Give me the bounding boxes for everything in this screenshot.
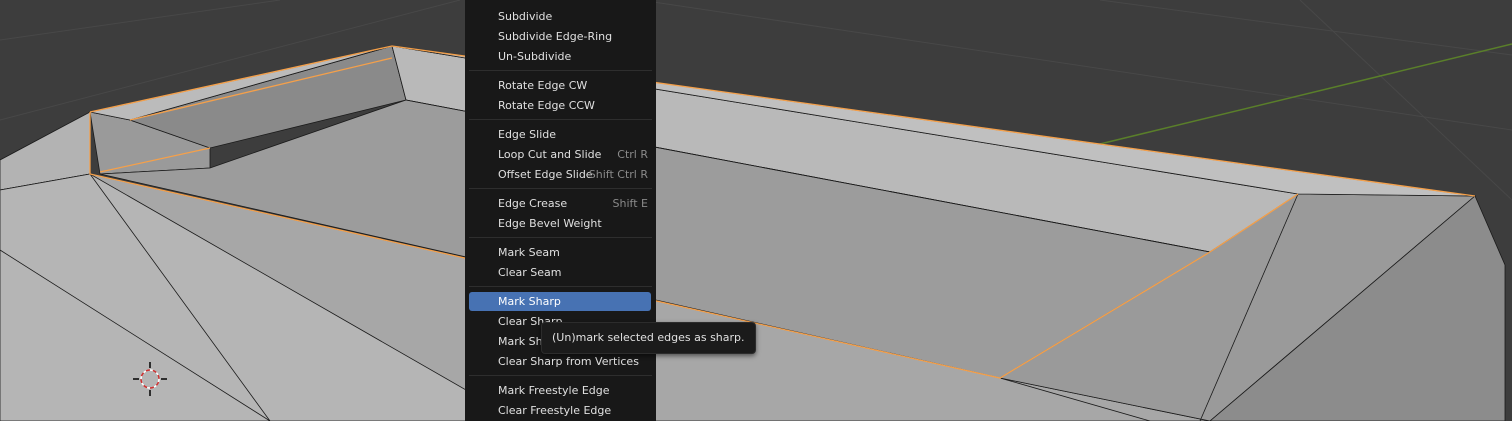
3d-viewport[interactable]	[0, 0, 1512, 421]
menu-item-label: Edge Bevel Weight	[498, 217, 602, 230]
menu-separator	[469, 375, 652, 376]
edge-context-menu: Subdivide Subdivide Edge-Ring Un-Subdivi…	[465, 0, 656, 421]
menu-item-clear-seam[interactable]: Clear Seam	[469, 263, 651, 282]
menu-item-label: Edge Slide	[498, 128, 557, 141]
menu-item-un-subdivide[interactable]: Un-Subdivide	[469, 47, 651, 66]
menu-item-label: Clear Seam	[498, 266, 562, 279]
menu-item-mark-seam[interactable]: Mark Seam	[469, 243, 651, 262]
menu-item-rotate-edge-ccw[interactable]: Rotate Edge CCW	[469, 96, 651, 115]
menu-item-label: Clear Freestyle Edge	[498, 404, 612, 417]
y-axis-line	[1099, 43, 1512, 145]
menu-item-label: Un-Subdivide	[498, 50, 572, 63]
menu-item-subdivide-edge-ring[interactable]: Subdivide Edge-Ring	[469, 27, 651, 46]
menu-item-label: Subdivide Edge-Ring	[498, 30, 613, 43]
menu-item-label: Edge Crease	[498, 197, 568, 210]
mesh[interactable]	[0, 45, 1506, 421]
menu-separator	[469, 188, 652, 189]
menu-item-loop-cut-and-slide[interactable]: Loop Cut and Slide Ctrl R	[469, 145, 651, 164]
menu-separator	[469, 70, 652, 71]
menu-item-shortcut: Shift E	[612, 197, 648, 210]
menu-item-subdivide[interactable]: Subdivide	[469, 7, 651, 26]
menu-separator	[469, 286, 652, 287]
menu-item-rotate-edge-cw[interactable]: Rotate Edge CW	[469, 76, 651, 95]
menu-separator	[469, 237, 652, 238]
menu-item-edge-crease[interactable]: Edge Crease Shift E	[469, 194, 651, 213]
menu-item-edge-bevel-weight[interactable]: Edge Bevel Weight	[469, 214, 651, 233]
menu-separator	[469, 119, 652, 120]
menu-item-label: Mark Seam	[498, 246, 560, 259]
menu-item-label: Rotate Edge CW	[498, 79, 588, 92]
menu-item-shortcut: Ctrl R	[617, 148, 648, 161]
menu-item-mark-freestyle-edge[interactable]: Mark Freestyle Edge	[469, 381, 651, 400]
menu-item-offset-edge-slide[interactable]: Offset Edge Slide Shift Ctrl R	[469, 165, 651, 184]
menu-item-label: Rotate Edge CCW	[498, 99, 595, 112]
menu-item-label: Loop Cut and Slide	[498, 148, 602, 161]
menu-item-label: Mark Sharp	[498, 295, 561, 308]
menu-item-mark-sharp[interactable]: Mark Sharp	[469, 292, 651, 311]
menu-item-label: Offset Edge Slide	[498, 168, 593, 181]
menu-item-label: Clear Sharp from Vertices	[498, 355, 639, 368]
menu-item-clear-freestyle-edge[interactable]: Clear Freestyle Edge	[469, 401, 651, 420]
menu-item-label: Subdivide	[498, 10, 553, 23]
menu-item-clear-sharp-from-vertices[interactable]: Clear Sharp from Vertices	[469, 352, 651, 371]
tooltip: (Un)mark selected edges as sharp.	[541, 322, 756, 354]
menu-item-shortcut: Shift Ctrl R	[588, 168, 648, 181]
menu-item-edge-slide[interactable]: Edge Slide	[469, 125, 651, 144]
menu-item-label: Mark Freestyle Edge	[498, 384, 610, 397]
